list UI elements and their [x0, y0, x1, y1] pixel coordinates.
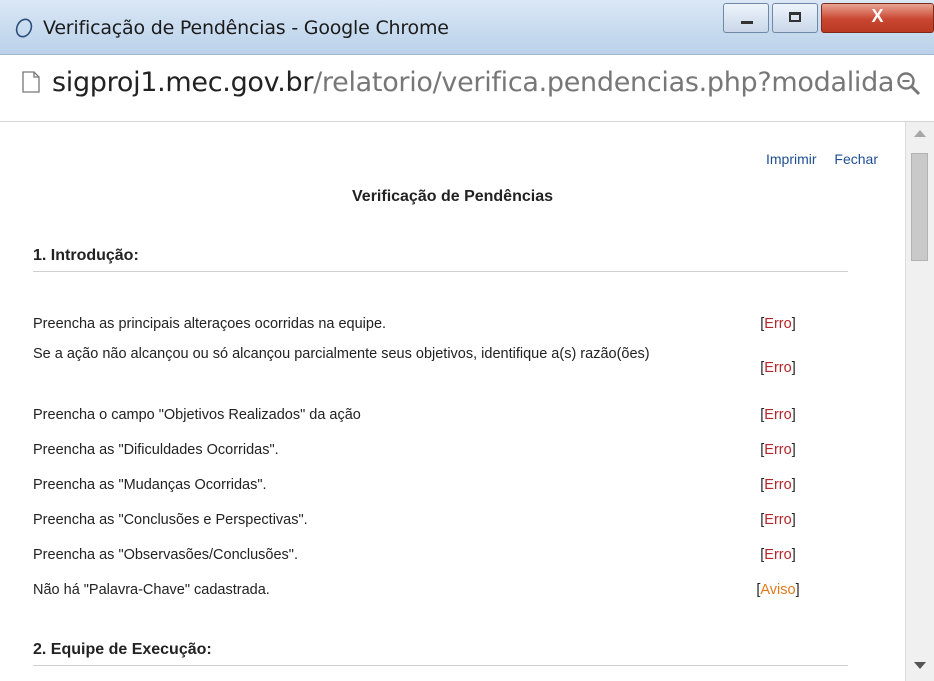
list-item: Preencha o campo "Objetivos Realizados" … — [33, 407, 361, 423]
scroll-thumb[interactable] — [911, 153, 928, 261]
status-badge: [Erro] — [760, 407, 796, 423]
minimize-icon — [741, 21, 753, 24]
maximize-button[interactable] — [772, 3, 818, 33]
section-heading-introducao: 1. Introdução: — [33, 247, 848, 272]
status-text: Aviso — [760, 582, 796, 598]
window-title: Verificação de Pendências - Google Chrom… — [43, 17, 449, 39]
title-bar[interactable]: Verificação de Pendências - Google Chrom… — [0, 0, 934, 55]
close-link[interactable]: Fechar — [834, 151, 878, 167]
url-host: sigproj1.mec.gov.br — [52, 67, 314, 98]
page-content: Imprimir Fechar Verificação de Pendência… — [0, 122, 905, 681]
url-text[interactable]: sigproj1.mec.gov.br/relatorio/verifica.p… — [52, 67, 894, 98]
address-bar[interactable]: sigproj1.mec.gov.br/relatorio/verifica.p… — [0, 55, 934, 122]
status-badge: [Erro] — [760, 316, 796, 332]
status-badge: [Erro] — [760, 360, 796, 376]
status-badge: [Erro] — [760, 477, 796, 493]
status-text: Erro — [764, 316, 792, 332]
status-badge: [Erro] — [760, 512, 796, 528]
list-item: Se a ação não alcançou ou só alcançou pa… — [33, 346, 650, 362]
scroll-down-icon[interactable] — [914, 662, 926, 669]
page-actions: Imprimir Fechar — [752, 151, 878, 167]
list-item: Preencha as "Observasões/Conclusões". — [33, 547, 298, 563]
maximize-icon — [789, 12, 801, 22]
vertical-scrollbar[interactable] — [905, 122, 934, 681]
close-window-button[interactable]: X — [821, 3, 934, 33]
chrome-app-icon — [15, 18, 33, 38]
section-heading-equipe: 2. Equipe de Execução: — [33, 641, 848, 666]
list-item: Preencha as principais alteraçoes ocorri… — [33, 316, 387, 332]
scroll-up-icon[interactable] — [914, 130, 926, 137]
status-badge: [Erro] — [760, 442, 796, 458]
list-item: Não há "Palavra-Chave" cadastrada. — [33, 582, 270, 598]
print-link[interactable]: Imprimir — [766, 151, 817, 167]
page-title: Verificação de Pendências — [352, 188, 553, 205]
list-item: Preencha as "Dificuldades Ocorridas". — [33, 442, 279, 458]
status-badge: [Erro] — [760, 547, 796, 563]
status-text: Erro — [764, 360, 792, 376]
page-icon — [22, 71, 40, 93]
list-item: Preencha as "Conclusões e Perspectivas". — [33, 512, 308, 528]
status-text: Erro — [764, 477, 792, 493]
status-badge: [Aviso] — [756, 582, 800, 598]
close-icon: X — [871, 6, 884, 26]
url-path: /relatorio/verifica.pendencias.php?modal… — [313, 67, 895, 98]
zoom-icon[interactable] — [896, 71, 922, 97]
list-item: Preencha as "Mudanças Ocorridas". — [33, 477, 267, 493]
browser-window: Verificação de Pendências - Google Chrom… — [0, 0, 934, 681]
minimize-button[interactable] — [723, 3, 769, 33]
status-text: Erro — [764, 512, 792, 528]
status-text: Erro — [764, 547, 792, 563]
status-text: Erro — [764, 442, 792, 458]
status-text: Erro — [764, 407, 792, 423]
